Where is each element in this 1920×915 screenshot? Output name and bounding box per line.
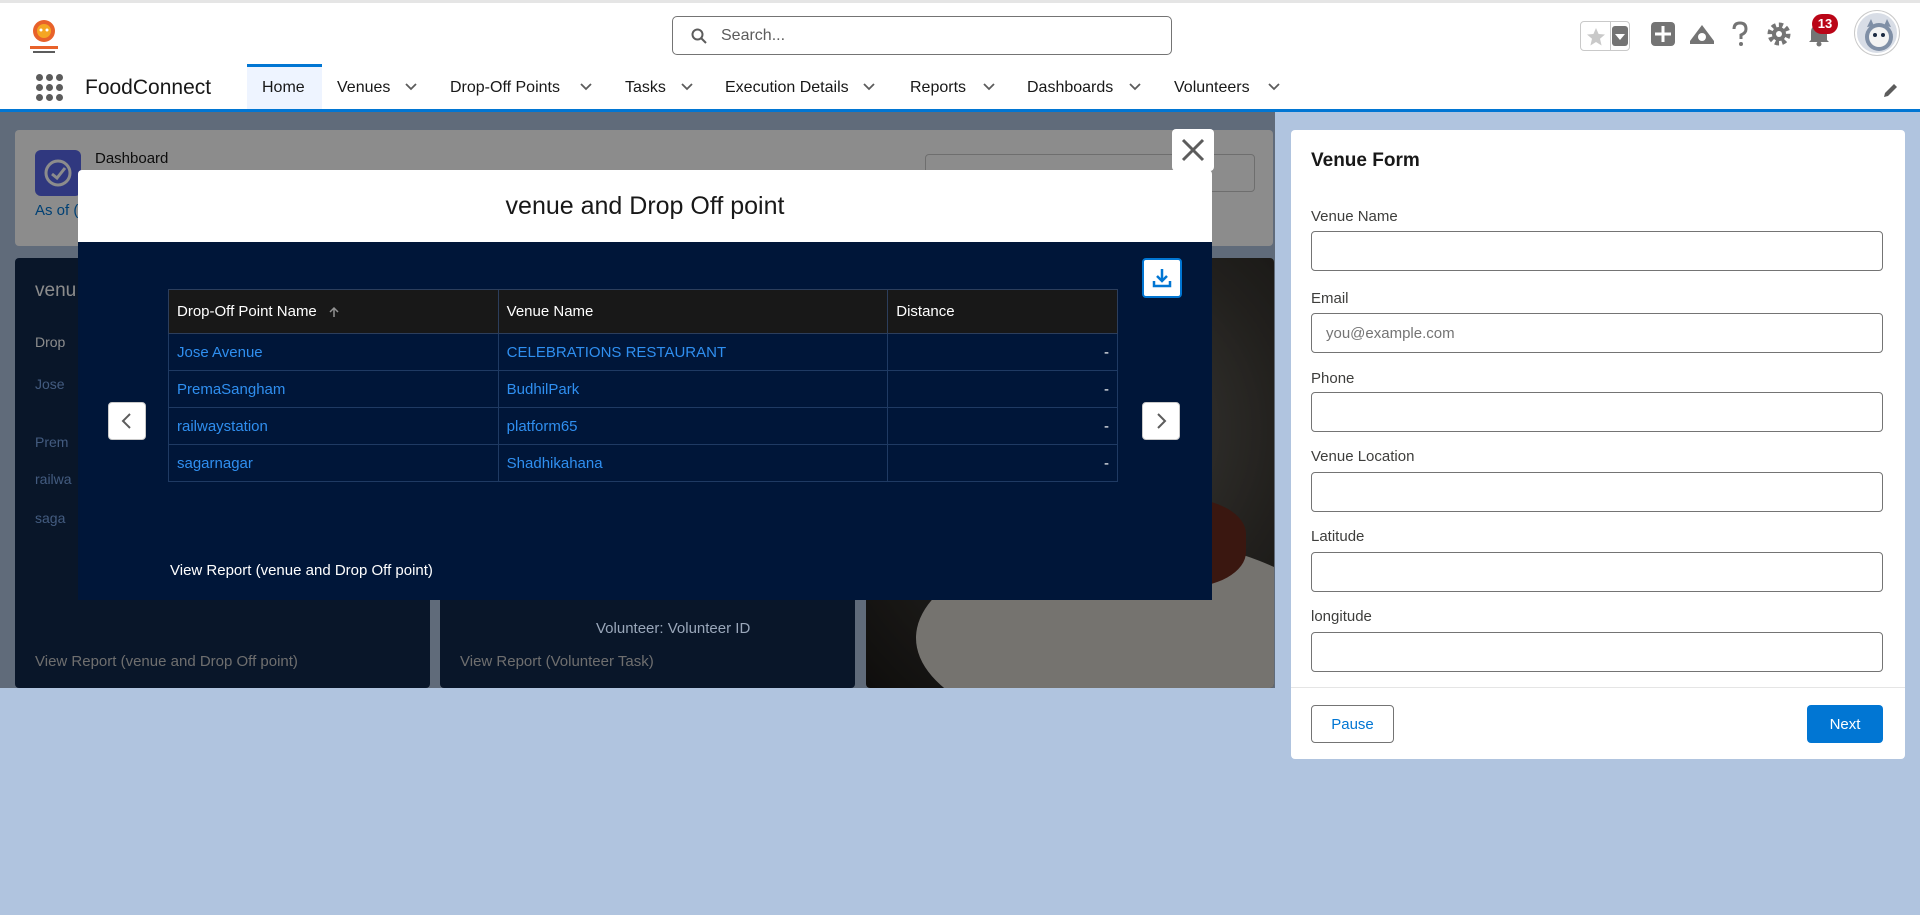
distance-cell: - [887,407,1118,445]
chevron-down-icon[interactable] [679,78,695,94]
column-header-venue-name[interactable]: Venue Name [497,289,889,334]
favorites-button-group[interactable] [1580,21,1630,51]
modal-view-report-link[interactable]: View Report (venue and Drop Off point) [170,562,433,579]
close-button[interactable] [1172,129,1214,171]
download-icon [1152,269,1172,288]
nav-tab-volunteers[interactable]: Volunteers [1174,64,1250,109]
modal-header: venue and Drop Off point [78,170,1212,242]
search-placeholder: Search... [721,27,786,44]
drop-off-point-link[interactable]: PremaSangham [168,370,499,408]
venue-location-label: Venue Location [1311,448,1415,465]
chevron-down-icon[interactable] [578,78,594,94]
distance-cell: - [887,444,1118,482]
pause-button[interactable]: Pause [1311,705,1394,743]
nav-tab-tasks[interactable]: Tasks [625,64,666,109]
chevron-down-icon[interactable] [981,78,997,94]
modal-title: venue and Drop Off point [505,192,785,220]
close-icon [1181,138,1205,162]
venue-name-link[interactable]: BudhilPark [497,370,889,408]
divider [1610,22,1611,50]
app-name: FoodConnect [85,76,212,99]
chevron-left-icon [121,413,131,429]
table-row: railwaystation platform65 - [168,407,1118,445]
global-actions-icon[interactable] [1650,21,1676,47]
next-button[interactable] [1142,402,1180,440]
foodconnect-logo[interactable] [24,15,64,55]
star-icon[interactable] [1586,27,1606,47]
chevron-down-icon[interactable] [861,78,877,94]
venue-location-input[interactable] [1311,472,1883,512]
help-icon[interactable] [1728,21,1752,47]
volunteer-id-label: Volunteer: Volunteer ID [596,620,751,637]
drop-off-point-link[interactable]: Jose Avenue [168,333,499,371]
venue-name-link[interactable]: platform65 [497,407,889,445]
column-header-distance[interactable]: Distance [887,289,1118,334]
venue-name-link[interactable]: Shadhikahana [497,444,889,482]
global-search[interactable]: Search... [672,16,1172,55]
drop-off-point-link[interactable]: sagarnagar [168,444,499,482]
phone-input[interactable] [1311,392,1883,432]
email-label: Email [1311,290,1349,307]
favorites-menu-button[interactable] [1612,26,1628,46]
nav-tab-venues[interactable]: Venues [337,64,390,109]
longitude-label: longitude [1311,608,1372,625]
search-icon [691,28,707,44]
table-row: PremaSangham BudhilPark - [168,370,1118,408]
nav-tab-home[interactable]: Home [247,64,322,109]
table-row: sagarnagar Shadhikahana - [168,444,1118,482]
sort-ascending-icon[interactable] [327,305,341,319]
table-row: Jose Avenue CELEBRATIONS RESTAURANT - [168,333,1118,371]
report-table: Drop-Off Point Name Venue Name Distance … [168,289,1118,482]
venue-name-input[interactable] [1311,231,1883,271]
longitude-input[interactable] [1311,632,1883,672]
gear-icon[interactable] [1766,21,1792,47]
user-avatar[interactable] [1855,11,1899,55]
venue-form-title: Venue Form [1311,150,1420,171]
nav-tab-drop-off-points[interactable]: Drop-Off Points [450,64,560,109]
chevron-down-icon[interactable] [1266,78,1282,94]
latitude-label: Latitude [1311,528,1365,545]
nav-tab-dashboards[interactable]: Dashboards [1027,64,1113,109]
chevron-down-icon[interactable] [403,78,419,94]
global-header: Search... 13 [0,0,1920,64]
download-button[interactable] [1142,258,1182,298]
nav-tab-execution-details[interactable]: Execution Details [725,64,849,109]
next-button[interactable]: Next [1807,705,1883,743]
venue-name-link[interactable]: CELEBRATIONS RESTAURANT [497,333,889,371]
edit-nav-pencil-icon[interactable] [1882,81,1900,99]
trailhead-icon[interactable] [1688,21,1716,47]
previous-button[interactable] [108,402,146,440]
distance-cell: - [887,370,1118,408]
chevron-down-icon[interactable] [1127,78,1143,94]
distance-cell: - [887,333,1118,371]
app-launcher-icon[interactable] [36,74,64,102]
venue-form-panel: Venue Form Venue Name Email Phone Venue … [1291,130,1905,759]
nav-tab-reports[interactable]: Reports [910,64,966,109]
latitude-input[interactable] [1311,552,1883,592]
drop-off-point-link[interactable]: railwaystation [168,407,499,445]
navigation-bar: FoodConnect Home Venues Drop-Off Points … [0,64,1920,112]
column-label: Drop-Off Point Name [177,303,317,320]
venue-name-label: Venue Name [1311,208,1398,225]
email-input[interactable] [1311,313,1883,353]
phone-label: Phone [1311,370,1355,387]
table-header-row: Drop-Off Point Name Venue Name Distance [168,289,1118,334]
column-header-drop-off-point[interactable]: Drop-Off Point Name [168,289,499,334]
chevron-right-icon [1157,413,1167,429]
notification-count-badge: 13 [1812,14,1838,34]
divider [1291,687,1905,688]
chevron-down-icon [1615,34,1625,40]
